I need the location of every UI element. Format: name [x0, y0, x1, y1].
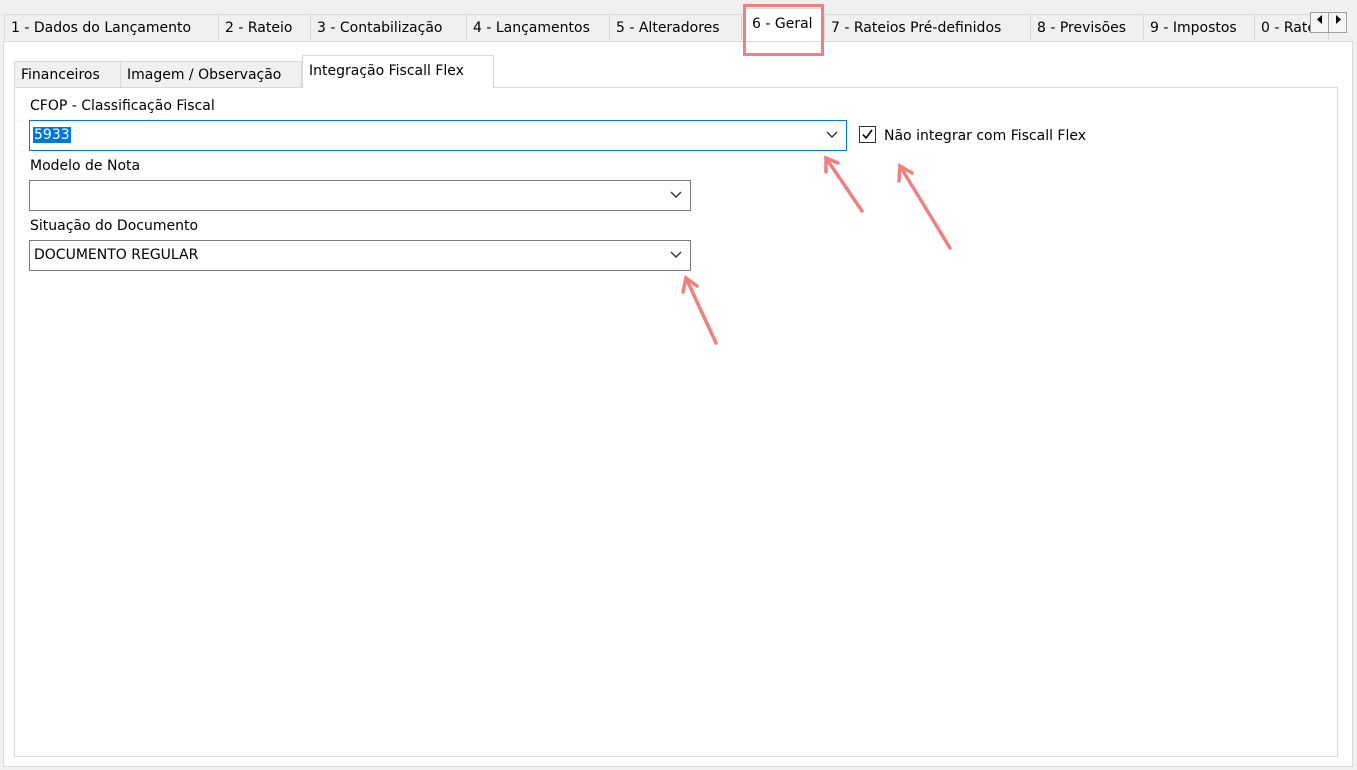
tab-lancamentos[interactable]: 4 - Lançamentos: [466, 14, 610, 40]
tab-label: 7 - Rateios Pré-definidos: [831, 20, 1002, 36]
tab-impostos[interactable]: 9 - Impostos: [1143, 14, 1255, 40]
checkmark-icon: [862, 129, 873, 140]
situacao-value: DOCUMENTO REGULAR: [34, 247, 199, 263]
triangle-right-icon: [1335, 15, 1341, 24]
subtab-financeiros[interactable]: Financeiros: [14, 61, 121, 87]
tab-label: 2 - Rateio: [225, 20, 293, 36]
tab-scroll-left-button[interactable]: [1310, 12, 1329, 33]
tab-contabilizacao[interactable]: 3 - Contabilização: [310, 14, 467, 40]
tab-label: 9 - Impostos: [1150, 20, 1237, 36]
tab-label: 5 - Alteradores: [616, 20, 720, 36]
tab-label: 6 - Geral: [752, 16, 813, 32]
nao-integrar-checkbox[interactable]: [859, 126, 876, 143]
tab-label: 8 - Previsões: [1037, 20, 1127, 36]
chevron-down-icon: [826, 131, 838, 138]
tab-previsoes[interactable]: 8 - Previsões: [1030, 14, 1144, 40]
subtab-imagem-observacao[interactable]: Imagem / Observação: [120, 61, 302, 87]
cfop-select[interactable]: 5933: [29, 120, 847, 151]
subtab-label: Imagem / Observação: [127, 67, 282, 83]
tab-label: 1 - Dados do Lançamento: [11, 20, 192, 36]
triangle-left-icon: [1316, 15, 1322, 24]
nao-integrar-label[interactable]: Não integrar com Fiscall Flex: [884, 128, 1086, 144]
tab-label: 3 - Contabilização: [317, 20, 443, 36]
subtab-label: Integração Fiscall Flex: [309, 63, 464, 79]
chevron-down-icon: [670, 191, 682, 198]
modelo-nota-select[interactable]: [29, 180, 691, 211]
subtab-label: Financeiros: [21, 67, 100, 83]
cfop-value: 5933: [33, 127, 71, 143]
tab-geral[interactable]: 6 - Geral: [745, 8, 822, 41]
tab-scroll-right-button[interactable]: [1328, 12, 1347, 33]
tab-rateio[interactable]: 2 - Rateio: [218, 14, 311, 40]
tab-alteradores[interactable]: 5 - Alteradores: [609, 14, 742, 40]
subtab-integracao-fiscall-flex[interactable]: Integração Fiscall Flex: [302, 55, 494, 88]
situacao-documento-select[interactable]: DOCUMENTO REGULAR: [29, 240, 691, 271]
cfop-label: CFOP - Classificação Fiscal: [30, 98, 215, 114]
chevron-down-icon: [670, 251, 682, 258]
situacao-label: Situação do Documento: [30, 218, 199, 234]
tab-rateios-pre-definidos[interactable]: 7 - Rateios Pré-definidos: [824, 14, 1031, 40]
tab-label: 4 - Lançamentos: [473, 20, 590, 36]
modelo-label: Modelo de Nota: [30, 158, 141, 174]
tab-dados-lancamento[interactable]: 1 - Dados do Lançamento: [4, 14, 219, 40]
